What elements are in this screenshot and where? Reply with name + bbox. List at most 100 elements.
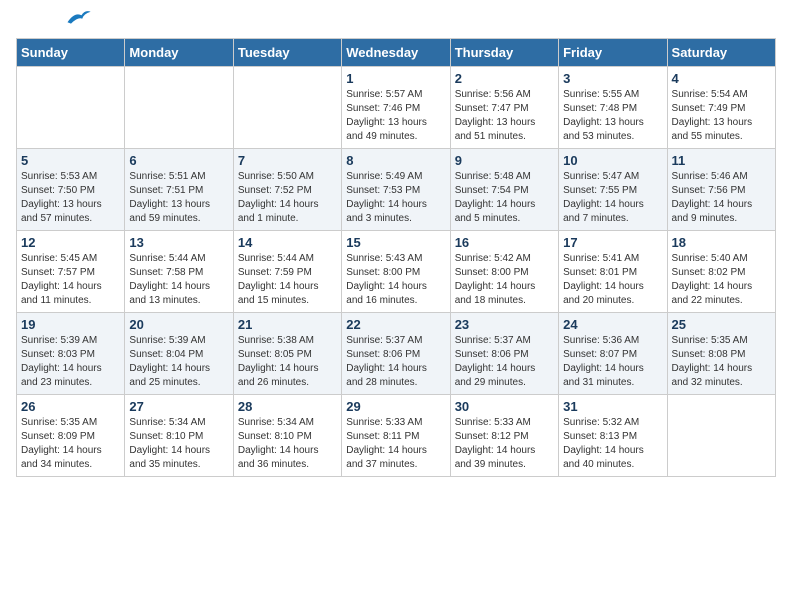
weekday-header: Monday [125, 39, 233, 67]
calendar-cell: 13Sunrise: 5:44 AM Sunset: 7:58 PM Dayli… [125, 231, 233, 313]
day-info: Sunrise: 5:42 AM Sunset: 8:00 PM Dayligh… [455, 252, 554, 308]
weekday-header: Wednesday [342, 39, 450, 67]
calendar-cell: 11 Sunrise: 5:46 AM Sunset: 7:56 PM Dayli… [667, 149, 775, 231]
day-info: Sunrise: 5:39 AM Sunset: 8:04 PM Dayligh… [129, 334, 228, 390]
day-number: 20 [129, 317, 228, 332]
weekday-header: Tuesday [233, 39, 341, 67]
day-info: Sunrise: 5:50 AM Sunset: 7:52 PM Dayligh… [238, 170, 337, 226]
calendar-cell: 28 Sunrise: 5:34 AM Sunset: 8:10 PM Dayli… [233, 395, 341, 477]
calendar-cell: 1 Sunrise: 5:57 AM Sunset: 7:46 PM Daylig… [342, 67, 450, 149]
day-number: 31 [563, 399, 662, 414]
calendar-cell: 23 Sunrise: 5:37 AM Sunset: 8:06 PM Dayli… [450, 313, 558, 395]
day-number: 7 [238, 153, 337, 168]
calendar-cell [667, 395, 775, 477]
day-info: Sunrise: 5:35 AM Sunset: 8:08 PM Dayligh… [672, 334, 771, 390]
day-number: 30 [455, 399, 554, 414]
calendar-cell: 2 Sunrise: 5:56 AM Sunset: 7:47 PM Daylig… [450, 67, 558, 149]
day-info: Sunrise: 5:39 AM Sunset: 8:03 PM Dayligh… [21, 334, 120, 390]
day-number: 11 [672, 153, 771, 168]
day-number: 2 [455, 71, 554, 86]
day-info: Sunrise: 5:47 AM Sunset: 7:55 PM Dayligh… [563, 170, 662, 226]
day-number: 29 [346, 399, 445, 414]
weekday-header: Thursday [450, 39, 558, 67]
day-info: Sunrise: 5:35 AM Sunset: 8:09 PM Dayligh… [21, 416, 120, 472]
day-number: 17 [563, 235, 662, 250]
calendar-cell: 19 Sunrise: 5:39 AM Sunset: 8:03 PM Dayli… [17, 313, 125, 395]
day-info: Sunrise: 5:41 AM Sunset: 8:01 PM Dayligh… [563, 252, 662, 308]
day-number: 16 [455, 235, 554, 250]
day-info: Sunrise: 5:38 AM Sunset: 8:05 PM Dayligh… [238, 334, 337, 390]
calendar-cell: 8Sunrise: 5:49 AM Sunset: 7:53 PM Daylig… [342, 149, 450, 231]
calendar-cell: 7 Sunrise: 5:50 AM Sunset: 7:52 PM Daylig… [233, 149, 341, 231]
calendar-cell: 14Sunrise: 5:44 AM Sunset: 7:59 PM Dayli… [233, 231, 341, 313]
calendar-week-row: 1 Sunrise: 5:57 AM Sunset: 7:46 PM Daylig… [17, 67, 776, 149]
calendar-cell: 30 Sunrise: 5:33 AM Sunset: 8:12 PM Dayli… [450, 395, 558, 477]
day-info: Sunrise: 5:43 AM Sunset: 8:00 PM Dayligh… [346, 252, 445, 308]
day-info: Sunrise: 5:56 AM Sunset: 7:47 PM Dayligh… [455, 88, 554, 144]
day-number: 28 [238, 399, 337, 414]
day-number: 15 [346, 235, 445, 250]
day-info: Sunrise: 5:36 AM Sunset: 8:07 PM Dayligh… [563, 334, 662, 390]
calendar-cell: 18 Sunrise: 5:40 AM Sunset: 8:02 PM Dayli… [667, 231, 775, 313]
day-number: 9 [455, 153, 554, 168]
day-info: Sunrise: 5:37 AM Sunset: 8:06 PM Dayligh… [455, 334, 554, 390]
day-info: Sunrise: 5:32 AM Sunset: 8:13 PM Dayligh… [563, 416, 662, 472]
calendar-cell: 31 Sunrise: 5:32 AM Sunset: 8:13 PM Dayli… [559, 395, 667, 477]
day-number: 14 [238, 235, 337, 250]
day-number: 18 [672, 235, 771, 250]
day-number: 22 [346, 317, 445, 332]
calendar-cell: 9 Sunrise: 5:48 AM Sunset: 7:54 PM Daylig… [450, 149, 558, 231]
calendar-cell: 27Sunrise: 5:34 AM Sunset: 8:10 PM Dayli… [125, 395, 233, 477]
calendar-week-row: 5Sunrise: 5:53 AM Sunset: 7:50 PM Daylig… [17, 149, 776, 231]
logo [16, 16, 92, 28]
day-number: 24 [563, 317, 662, 332]
day-info: Sunrise: 5:46 AM Sunset: 7:56 PM Dayligh… [672, 170, 771, 226]
weekday-header: Sunday [17, 39, 125, 67]
calendar-cell: 22 Sunrise: 5:37 AM Sunset: 8:06 PM Dayli… [342, 313, 450, 395]
day-number: 25 [672, 317, 771, 332]
calendar-cell: 21 Sunrise: 5:38 AM Sunset: 8:05 PM Dayli… [233, 313, 341, 395]
calendar-cell: 17 Sunrise: 5:41 AM Sunset: 8:01 PM Dayli… [559, 231, 667, 313]
calendar-cell: 29Sunrise: 5:33 AM Sunset: 8:11 PM Dayli… [342, 395, 450, 477]
calendar-cell [233, 67, 341, 149]
calendar-cell: 24 Sunrise: 5:36 AM Sunset: 8:07 PM Dayli… [559, 313, 667, 395]
calendar-cell: 25 Sunrise: 5:35 AM Sunset: 8:08 PM Dayli… [667, 313, 775, 395]
day-info: Sunrise: 5:54 AM Sunset: 7:49 PM Dayligh… [672, 88, 771, 144]
day-number: 1 [346, 71, 445, 86]
day-info: Sunrise: 5:57 AM Sunset: 7:46 PM Dayligh… [346, 88, 445, 144]
day-info: Sunrise: 5:48 AM Sunset: 7:54 PM Dayligh… [455, 170, 554, 226]
day-info: Sunrise: 5:33 AM Sunset: 8:12 PM Dayligh… [455, 416, 554, 472]
day-number: 5 [21, 153, 120, 168]
calendar-week-row: 26 Sunrise: 5:35 AM Sunset: 8:09 PM Dayli… [17, 395, 776, 477]
calendar-cell: 6Sunrise: 5:51 AM Sunset: 7:51 PM Daylig… [125, 149, 233, 231]
calendar-cell: 12 Sunrise: 5:45 AM Sunset: 7:57 PM Dayli… [17, 231, 125, 313]
logo-bird-icon [64, 8, 92, 28]
calendar-cell: 10Sunrise: 5:47 AM Sunset: 7:55 PM Dayli… [559, 149, 667, 231]
page-header [16, 16, 776, 28]
calendar-cell [17, 67, 125, 149]
day-number: 6 [129, 153, 228, 168]
calendar-cell: 16 Sunrise: 5:42 AM Sunset: 8:00 PM Dayli… [450, 231, 558, 313]
day-number: 21 [238, 317, 337, 332]
day-info: Sunrise: 5:49 AM Sunset: 7:53 PM Dayligh… [346, 170, 445, 226]
day-info: Sunrise: 5:44 AM Sunset: 7:58 PM Dayligh… [129, 252, 228, 308]
calendar-week-row: 12 Sunrise: 5:45 AM Sunset: 7:57 PM Dayli… [17, 231, 776, 313]
day-info: Sunrise: 5:37 AM Sunset: 8:06 PM Dayligh… [346, 334, 445, 390]
day-number: 3 [563, 71, 662, 86]
day-number: 12 [21, 235, 120, 250]
calendar-cell: 3Sunrise: 5:55 AM Sunset: 7:48 PM Daylig… [559, 67, 667, 149]
day-number: 4 [672, 71, 771, 86]
day-info: Sunrise: 5:34 AM Sunset: 8:10 PM Dayligh… [238, 416, 337, 472]
calendar-table: SundayMondayTuesdayWednesdayThursdayFrid… [16, 38, 776, 477]
day-info: Sunrise: 5:40 AM Sunset: 8:02 PM Dayligh… [672, 252, 771, 308]
day-number: 23 [455, 317, 554, 332]
calendar-cell: 15 Sunrise: 5:43 AM Sunset: 8:00 PM Dayli… [342, 231, 450, 313]
calendar-cell [125, 67, 233, 149]
day-number: 26 [21, 399, 120, 414]
weekday-header: Saturday [667, 39, 775, 67]
day-info: Sunrise: 5:45 AM Sunset: 7:57 PM Dayligh… [21, 252, 120, 308]
day-number: 27 [129, 399, 228, 414]
calendar-cell: 26 Sunrise: 5:35 AM Sunset: 8:09 PM Dayli… [17, 395, 125, 477]
day-number: 19 [21, 317, 120, 332]
weekday-header-row: SundayMondayTuesdayWednesdayThursdayFrid… [17, 39, 776, 67]
